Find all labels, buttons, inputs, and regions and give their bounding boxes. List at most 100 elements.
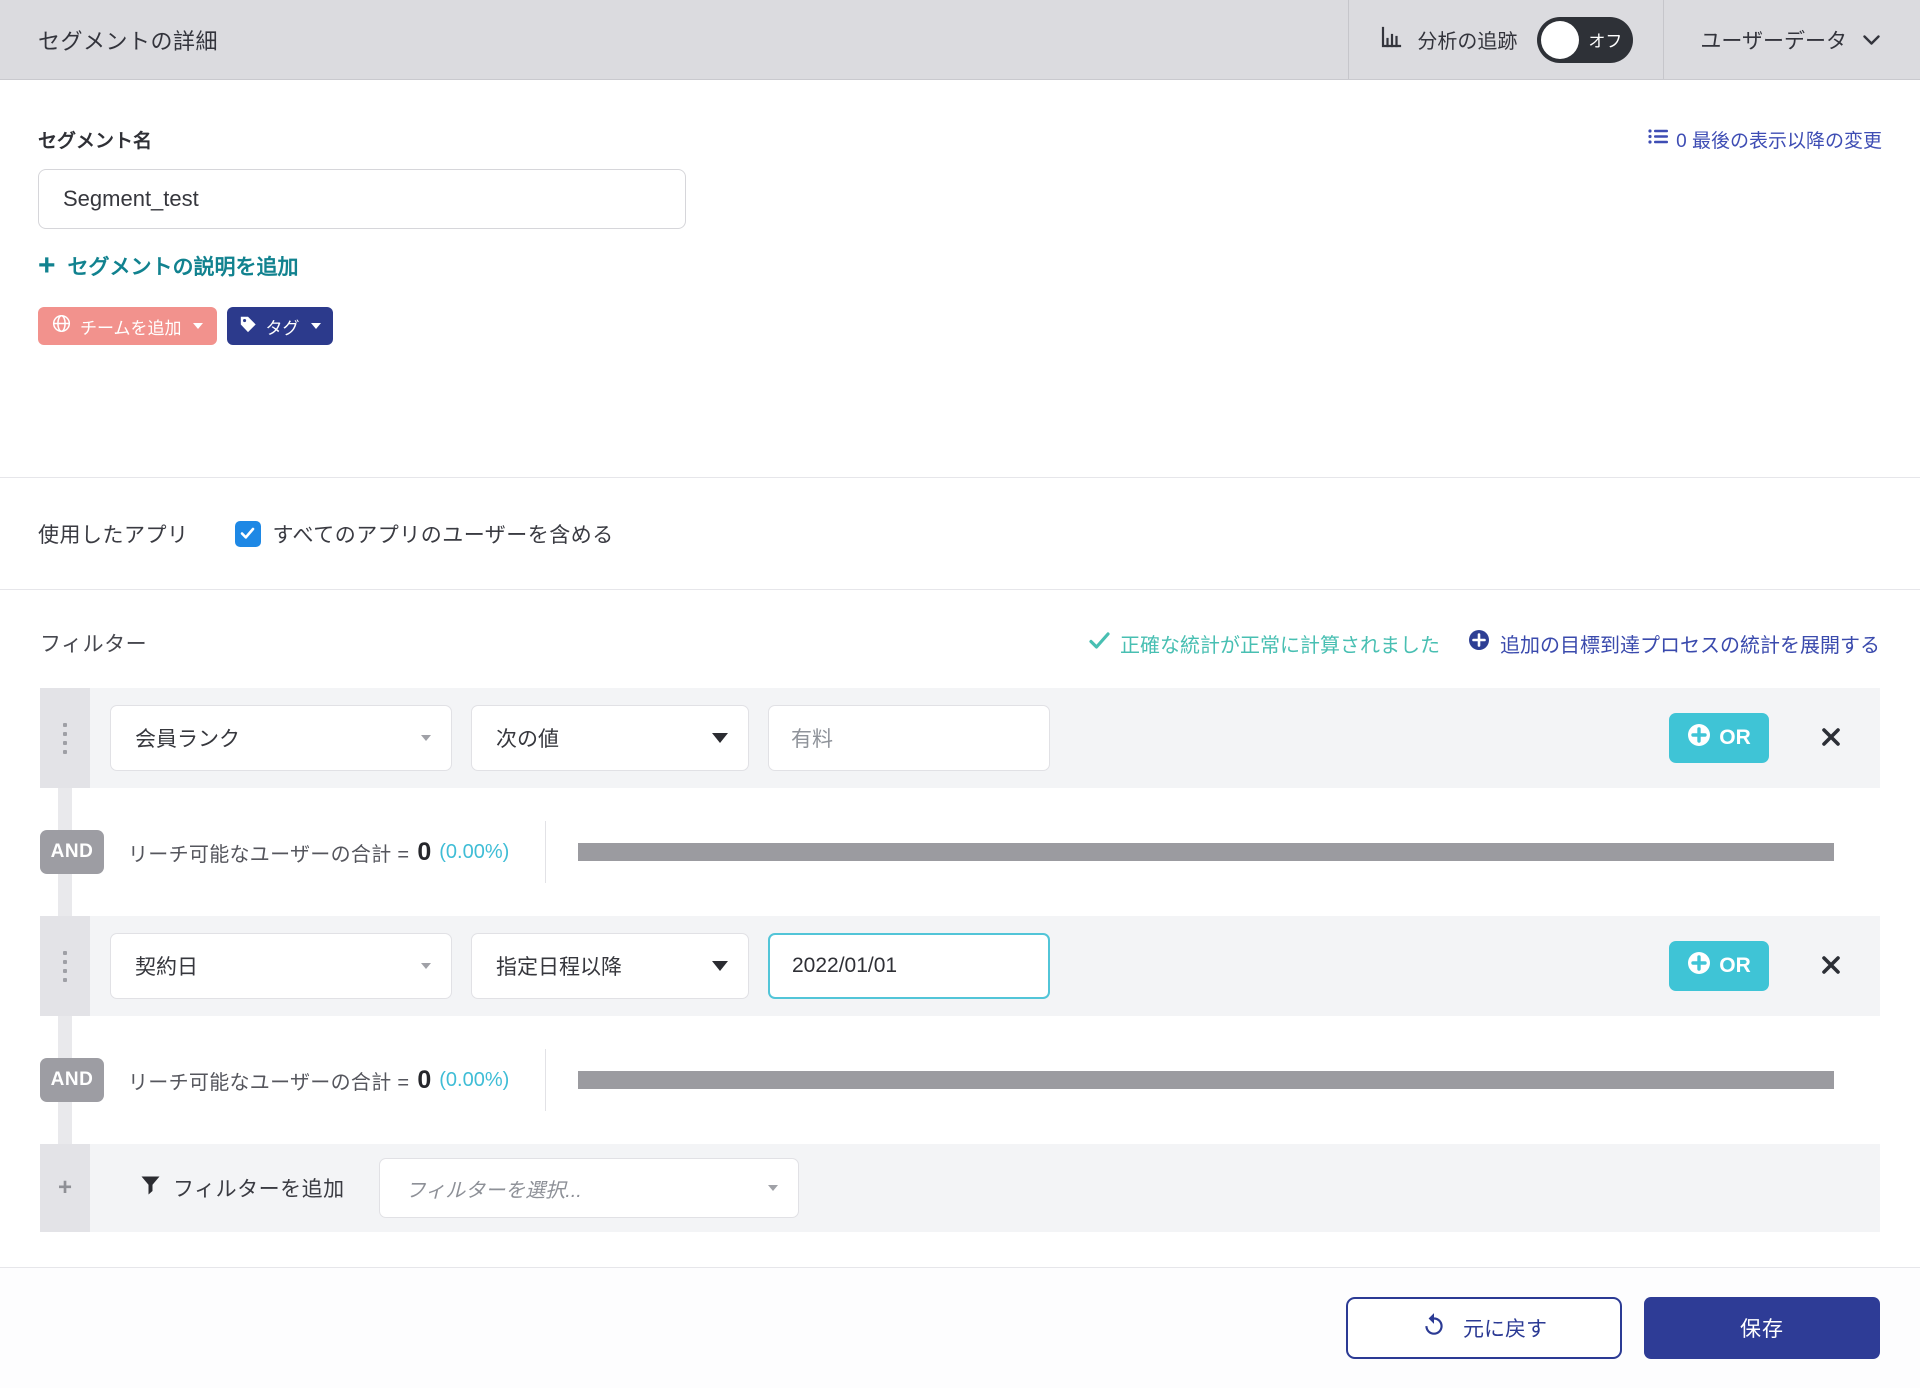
filter-field-dropdown[interactable]: 契約日 [110,933,452,999]
drag-dots-icon [63,951,67,982]
toggle-knob [1541,21,1579,59]
drag-dots-icon [63,723,67,754]
used-apps-section: 使用したアプリ すべてのアプリのユーザーを含める [0,478,1920,590]
and-badge: AND [40,830,104,874]
caret-down-icon [768,1185,778,1191]
chevron-down-icon [1863,28,1880,52]
save-button[interactable]: 保存 [1644,1297,1880,1359]
plus-icon: + [38,256,56,276]
segment-name-input[interactable] [38,169,686,229]
filter-field-dropdown[interactable]: 会員ランク [110,705,452,771]
reachable-users-stats: リーチ可能なユーザーの合計 = 0 (0.00%) [128,1066,509,1095]
caret-down-icon [712,961,728,971]
filter-operator-dropdown[interactable]: 指定日程以降 [471,933,749,999]
filter-value-input[interactable] [768,705,1050,771]
circle-plus-icon [1687,951,1711,981]
remove-filter-button[interactable] [1820,726,1842,751]
circle-plus-icon [1687,723,1711,753]
undo-button[interactable]: 元に戻す [1346,1297,1622,1359]
bar-chart-icon [1379,25,1403,54]
funnel-icon [140,1175,161,1202]
close-icon [1820,726,1842,751]
stats-divider [545,1049,546,1111]
and-connector-row: AND リーチ可能なユーザーの合計 = 0 (0.00%) [40,1016,1880,1144]
caret-down-icon [193,323,203,329]
caret-down-icon [712,733,728,743]
segment-detail-page: セグメントの詳細 分析の追跡 オフ ユーザーデータ [0,0,1920,1388]
analytics-toggle[interactable]: オフ [1537,17,1633,63]
filter-operator-dropdown[interactable]: 次の値 [471,705,749,771]
include-all-apps-label: すべてのアプリのユーザーを含める [273,519,614,549]
reach-label: リーチ可能なユーザーの合計 = [128,838,409,867]
list-icon [1648,128,1668,151]
header: セグメントの詳細 分析の追跡 オフ ユーザーデータ [0,0,1920,80]
filter-operator-value: 指定日程以降 [496,951,622,981]
expand-funnel-stats-link[interactable]: 追加の目標到達プロセスの統計を展開する [1468,629,1880,658]
segment-name-label: セグメント名 [38,126,152,153]
reach-value: 0 [417,1066,431,1095]
changes-link-text: 0 最後の表示以降の変更 [1676,126,1882,153]
filter-row: 契約日 指定日程以降 OR [40,916,1880,1016]
filter-field-value: 会員ランク [135,723,240,753]
add-filter-label: フィルターを追加 [173,1173,345,1203]
segment-name-section: セグメント名 0 最後の表示以降の変更 + セグメントの説明を追加 チームを追加 [0,80,1920,478]
reach-percent: (0.00%) [439,1069,509,1092]
circle-plus-icon [1468,629,1490,657]
add-row-plus-icon[interactable]: + [40,1144,90,1232]
filters-section: フィルター 正確な統計が正常に計算されました 追加の目標到達プロセスの統計を展開… [0,590,1920,1268]
filter-date-input[interactable] [768,933,1050,999]
add-description-label: セグメントの説明を追加 [68,251,299,281]
expand-funnel-stats-text: 追加の目標到達プロセスの統計を展開する [1500,629,1880,658]
add-filter-link[interactable]: フィルターを追加 [140,1173,345,1203]
user-data-label: ユーザーデータ [1700,25,1847,55]
add-or-condition-button[interactable]: OR [1669,941,1769,991]
stats-status-text: 正確な統計が正常に計算されました [1120,629,1440,658]
footer: 元に戻す 保存 [0,1268,1920,1388]
tag-button[interactable]: タグ [227,307,333,345]
undo-label: 元に戻す [1463,1313,1547,1343]
user-data-menu[interactable]: ユーザーデータ [1664,0,1920,79]
tag-label: タグ [266,314,300,339]
analytics-tracking-group: 分析の追跡 オフ [1349,0,1663,79]
stats-divider [545,821,546,883]
checkbox-checked-icon[interactable] [235,521,261,547]
or-label: OR [1719,954,1751,978]
analytics-tracking-label: 分析の追跡 [1417,25,1517,54]
tag-icon [239,315,257,338]
globe-icon [52,314,71,338]
reach-value: 0 [417,838,431,867]
reach-progress-bar [578,843,1834,861]
drag-handle[interactable] [40,688,90,788]
and-badge: AND [40,1058,104,1102]
add-or-condition-button[interactable]: OR [1669,713,1769,763]
caret-down-icon [311,323,321,329]
reach-percent: (0.00%) [439,841,509,864]
add-filter-row: + フィルターを追加 フィルターを選択... [40,1144,1880,1232]
close-icon [1820,954,1842,979]
caret-down-icon [421,735,431,741]
filter-operator-value: 次の値 [496,723,559,753]
remove-filter-button[interactable] [1820,954,1842,979]
filters-title: フィルター [40,628,147,658]
include-all-apps-checkbox-row[interactable]: すべてのアプリのユーザーを含める [235,519,614,549]
check-icon [1089,632,1110,655]
or-label: OR [1719,726,1751,750]
filter-field-value: 契約日 [135,951,198,981]
header-actions: 分析の追跡 オフ ユーザーデータ [1348,0,1920,79]
add-description-link[interactable]: + セグメントの説明を追加 [38,251,299,281]
changes-since-last-view-link[interactable]: 0 最後の表示以降の変更 [1648,126,1882,153]
reach-label: リーチ可能なユーザーの合計 = [128,1066,409,1095]
filter-row: 会員ランク 次の値 OR [40,688,1880,788]
add-team-button[interactable]: チームを追加 [38,307,217,345]
page-title: セグメントの詳細 [0,24,218,56]
select-filter-dropdown[interactable]: フィルターを選択... [379,1158,799,1218]
caret-down-icon [421,963,431,969]
toggle-state-label: オフ [1588,27,1622,52]
add-team-label: チームを追加 [80,314,182,339]
and-connector-row: AND リーチ可能なユーザーの合計 = 0 (0.00%) [40,788,1880,916]
reachable-users-stats: リーチ可能なユーザーの合計 = 0 (0.00%) [128,838,509,867]
stats-status-message: 正確な統計が正常に計算されました [1089,629,1440,658]
drag-handle[interactable] [40,916,90,1016]
used-apps-label: 使用したアプリ [38,519,189,549]
select-filter-placeholder: フィルターを選択... [406,1174,582,1203]
